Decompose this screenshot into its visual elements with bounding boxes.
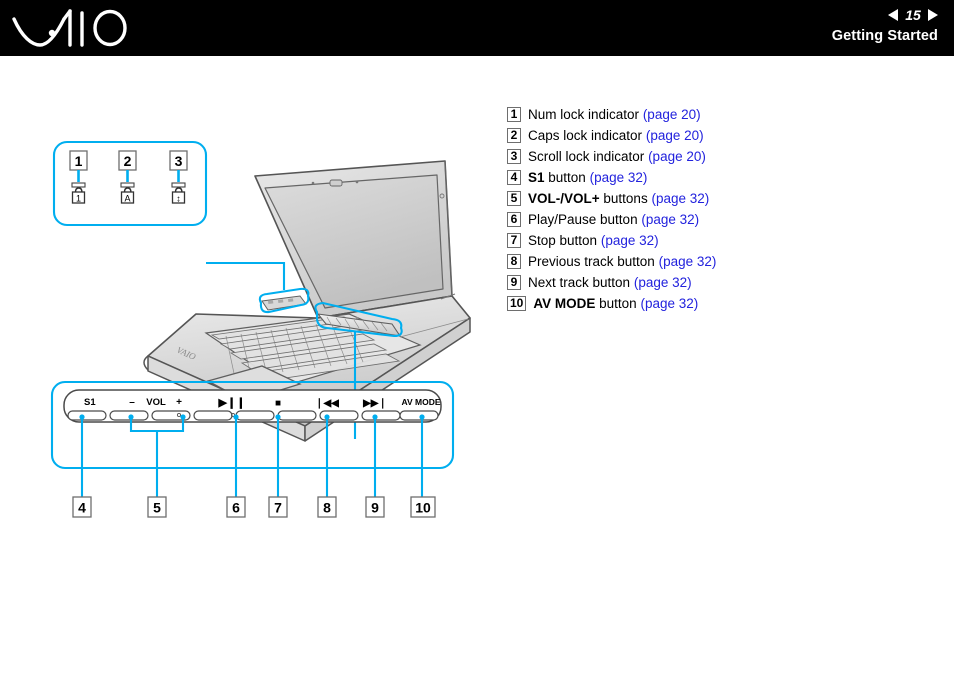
- key-next-track[interactable]: [361, 410, 401, 421]
- key-stop[interactable]: [277, 410, 317, 421]
- strip-number-boxes: 4 5 6 7 8 9 10: [72, 496, 436, 518]
- strip-keycaps: [67, 410, 439, 421]
- label-vol: VOL: [146, 397, 166, 408]
- page-pager: 15: [832, 5, 938, 24]
- key-play-pause[interactable]: [235, 410, 275, 421]
- vaio-logo: [12, 9, 127, 47]
- callout-number-text: 8: [323, 500, 331, 516]
- label-next-track-icon: ▶▶❘: [362, 398, 387, 409]
- button-strip-callout-panel: S1 – VOL + ▶❙❙ ■ ❘◀◀ ▶▶❘ AV MODE 4 5 6 7…: [50, 380, 455, 518]
- callout-number-text: 2: [124, 153, 132, 169]
- strip-callout-7: 7: [268, 496, 288, 518]
- header-navigation: 15 Getting Started: [832, 5, 938, 44]
- current-page-number: 15: [905, 6, 921, 23]
- label-previous-track-icon: ❘◀◀: [315, 398, 339, 409]
- device-diagram: VAIO 1 1 2 A 3 ↕ S1 – VOL + ▶❙❙ ■ ❘◀◀ ▶▶…: [0, 56, 954, 674]
- enlarged-button-strip: S1 – VOL + ▶❙❙ ■ ❘◀◀ ▶▶❘ AV MODE: [63, 389, 442, 423]
- strip-callout-4: 4: [72, 496, 92, 518]
- indicator-callout-2: 2 A: [118, 150, 137, 204]
- label-stop-icon: ■: [275, 398, 281, 409]
- padlock-glyph: ↕: [176, 194, 181, 204]
- leader-line-indicators: [206, 261, 286, 290]
- label-av-mode: AV MODE: [401, 397, 440, 407]
- strip-callout-9: 9: [365, 496, 385, 518]
- strip-callout-leaders: [80, 417, 424, 497]
- padlock-scroll-lock-icon: ↕: [171, 187, 186, 204]
- strip-callout-5: 5: [147, 496, 167, 518]
- led-slot-icon: [171, 182, 186, 188]
- webcam-icon: [329, 179, 343, 187]
- strip-callout-10: 10: [410, 496, 436, 518]
- padlock-glyph: 1: [76, 194, 81, 204]
- indicator-callout-1: 1 1: [69, 150, 88, 204]
- padlock-caps-lock-icon: A: [120, 187, 135, 204]
- previous-page-arrow-icon[interactable]: [888, 8, 898, 21]
- label-vol-plus: +: [176, 397, 182, 408]
- diagram-canvas: VAIO 1 1 2 A 3 ↕ S1 – VOL + ▶❙❙ ■ ❘◀◀ ▶▶…: [50, 140, 471, 518]
- strip-led-icon: [355, 316, 359, 320]
- padlock-num-lock-icon: 1: [71, 187, 86, 204]
- label-vol-minus: –: [129, 397, 135, 408]
- led-slot-icon: [71, 182, 86, 188]
- page-header-bar: 15 Getting Started: [0, 0, 954, 56]
- callout-number-text: 3: [175, 153, 183, 169]
- callout-number-text: 9: [371, 500, 379, 516]
- next-page-arrow-icon[interactable]: [928, 8, 938, 21]
- webcam-led-icon: [311, 181, 315, 185]
- label-play-pause-icon: ▶❙❙: [218, 397, 246, 409]
- callout-number-text: 7: [274, 500, 282, 516]
- ambient-sensor-icon: [355, 180, 359, 184]
- callout-number-text: 5: [153, 500, 161, 516]
- key-s1[interactable]: [67, 410, 107, 421]
- callout-number-text: 1: [75, 153, 83, 169]
- key-av-mode[interactable]: [399, 410, 439, 421]
- section-title: Getting Started: [831, 28, 938, 44]
- key-blank: [193, 410, 233, 421]
- indicator-callout-3: 3 ↕: [169, 150, 188, 204]
- padlock-glyph: A: [124, 194, 130, 204]
- strip-callout-6: 6: [226, 496, 246, 518]
- callout-number-text: 6: [232, 500, 240, 516]
- label-s1: S1: [84, 397, 96, 408]
- indicator-callout-panel: 1 1 2 A 3 ↕: [52, 140, 208, 227]
- callout-number-text: 10: [415, 500, 431, 516]
- led-slot-icon: [120, 182, 135, 188]
- callout-number-text: 4: [78, 500, 86, 516]
- laptop-screen: [264, 174, 444, 309]
- strip-callout-8: 8: [317, 496, 337, 518]
